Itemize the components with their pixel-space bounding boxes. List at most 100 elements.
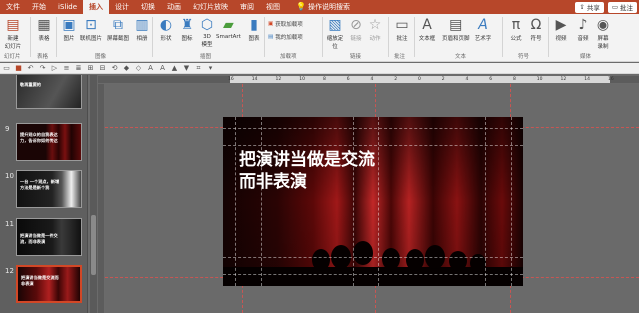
tab-animations[interactable]: 动画 <box>161 0 187 14</box>
thumbnail-number: 9 <box>5 125 10 133</box>
ruler-number: 6 <box>489 77 493 82</box>
link-button[interactable]: ⊘ 链接 <box>347 16 365 42</box>
picture-button[interactable]: ▣ 图片 <box>60 16 78 42</box>
new-slide-button[interactable]: ▤ 新建 幻灯片 <box>4 16 22 50</box>
equation-button[interactable]: π 公式 <box>507 16 525 42</box>
group-label-slides: 幻灯片 <box>4 54 21 60</box>
tab-file[interactable]: 文件 <box>0 0 26 14</box>
share-icon: ⇪ <box>579 3 585 11</box>
video-button[interactable]: ▶ 视频 <box>552 16 570 42</box>
crop-icon[interactable]: ⌗ <box>194 63 203 73</box>
start-slideshow-icon[interactable]: ▷ <box>50 63 59 73</box>
text-effect-icon[interactable]: A <box>146 63 155 73</box>
ribbon-separator <box>56 17 57 57</box>
scrollbar-thumb[interactable] <box>91 215 96 275</box>
thumbnail-image[interactable]: 提升观众的自我表达力，告诉你如何传达 <box>16 123 82 161</box>
align-center-icon[interactable]: ≣ <box>74 63 83 73</box>
get-addins-button[interactable]: ▣ 获取加载项 <box>268 20 303 28</box>
tab-transitions[interactable]: 切换 <box>135 0 161 14</box>
ruler-number: 4 <box>370 77 374 82</box>
thumbnail-number: 10 <box>5 172 14 180</box>
thumbnails-scrollbar[interactable] <box>90 75 97 313</box>
tab-insert[interactable]: 插入 <box>83 0 110 14</box>
shape-outline-icon[interactable]: ◇ <box>134 63 143 73</box>
ruler-number: 10 <box>536 77 543 82</box>
share-button[interactable]: ⇪ 共享 <box>575 1 604 13</box>
font-color-icon[interactable]: A <box>158 63 167 73</box>
shape-fill-icon[interactable]: ◆ <box>122 63 131 73</box>
icons-icon: ♜ <box>180 17 194 33</box>
group-icon[interactable]: ⊟ <box>98 63 107 73</box>
tell-me-search[interactable]: 💡 操作说明搜索 <box>290 0 356 14</box>
grid-line <box>511 117 512 286</box>
icons-button[interactable]: ♜ 图标 <box>178 16 196 42</box>
album-button[interactable]: ▥ 相册 <box>133 16 151 42</box>
tab-review[interactable]: 审阅 <box>234 0 260 14</box>
zoom-button[interactable]: ▧ 缩放定 位 <box>326 16 344 50</box>
my-addins-button[interactable]: ▤ 我的加载项 <box>268 33 303 41</box>
thumbnail-image[interactable]: 一台 一个观点，新增方法是是新个我 <box>16 170 82 208</box>
tab-view[interactable]: 视图 <box>260 0 286 14</box>
tab-slideshow[interactable]: 幻灯片放映 <box>187 0 234 14</box>
tab-home[interactable]: 开始 <box>26 0 52 14</box>
distribute-icon[interactable]: ⊞ <box>86 63 95 73</box>
group-label-links: 链接 <box>350 54 362 60</box>
slide-editing-canvas[interactable]: 把演讲当做是交流 而非表演 <box>105 84 639 313</box>
store-icon: ▣ <box>268 21 274 27</box>
redo-icon[interactable]: ↷ <box>38 63 47 73</box>
header-footer-button[interactable]: ▤ 页眉和页脚 <box>442 16 470 42</box>
screen-record-button[interactable]: ◉ 屏幕 录制 <box>594 16 612 50</box>
thumbnail-image[interactable]: 敬再重要的 <box>16 75 82 109</box>
quick-access-toolbar: ▭ ■ ↶ ↷ ▷ ≡ ≣ ⊞ ⊟ ⟲ ◆ ◇ A A ▲ ▼ ⌗ ▾ <box>0 63 639 74</box>
thumbnail-image[interactable]: 把演讲当做是一件交流，而非表演 <box>16 218 82 256</box>
current-slide[interactable]: 把演讲当做是交流 而非表演 <box>223 117 523 286</box>
folder-icon[interactable]: ▭ <box>2 63 11 73</box>
stage-curtain-image <box>223 117 523 286</box>
thumbnail-number: 12 <box>5 267 14 275</box>
wordart-button[interactable]: A 艺术字 <box>474 16 492 42</box>
chart-button[interactable]: ▮ 图表 <box>245 16 263 42</box>
symbol-button[interactable]: Ω 符号 <box>527 16 545 42</box>
slide-title-textbox[interactable]: 把演讲当做是交流 而非表演 <box>239 149 439 193</box>
ribbon-tab-bar: 文件 开始 iSlide 插入 设计 切换 动画 幻灯片放映 审阅 视图 💡 操… <box>0 0 639 14</box>
slide-title-line: 把演讲当做是交流 <box>239 150 375 170</box>
ribbon-separator <box>30 17 31 57</box>
ruler-number: 12 <box>560 77 567 82</box>
ruler-number: 8 <box>513 77 516 82</box>
insert-comment-button[interactable]: ▭ 批注 <box>393 16 411 42</box>
screen-record-icon: ◉ <box>596 17 610 33</box>
online-picture-button[interactable]: ⊡ 联机图片 <box>80 16 102 42</box>
ruler-number: 16 <box>228 77 234 82</box>
ruler-number: 16 <box>608 77 614 82</box>
picture-icon: ▣ <box>62 17 76 33</box>
bring-forward-icon[interactable]: ▲ <box>170 63 179 73</box>
smartart-button[interactable]: ▰ SmartArt <box>216 16 241 40</box>
action-button[interactable]: ☆ 动作 <box>366 16 384 42</box>
customize-toolbar-icon[interactable]: ▾ <box>206 63 215 73</box>
ruler-number: 8 <box>323 77 326 82</box>
grid-line <box>223 145 523 146</box>
grid-line <box>261 117 262 286</box>
tab-design[interactable]: 设计 <box>109 0 135 14</box>
textbox-button[interactable]: A 文本框 <box>418 16 436 42</box>
audio-button[interactable]: ♪ 音频 <box>574 16 592 42</box>
rotate-icon[interactable]: ⟲ <box>110 63 119 73</box>
table-button[interactable]: ▦ 表格 <box>35 16 53 42</box>
3d-model-button[interactable]: ⬡ 3D 模型 <box>198 16 216 48</box>
save-icon[interactable]: ■ <box>14 63 23 73</box>
undo-icon[interactable]: ↶ <box>26 63 35 73</box>
action-icon: ☆ <box>368 17 382 33</box>
ruler-number: 14 <box>251 77 258 82</box>
send-backward-icon[interactable]: ▼ <box>182 63 191 73</box>
screenshot-button[interactable]: ⧉ 屏幕截图 <box>107 16 129 42</box>
comments-button[interactable]: ▭ 批注 <box>607 1 637 13</box>
cube-icon: ⬡ <box>200 17 214 33</box>
tab-islide[interactable]: iSlide <box>52 0 83 14</box>
ribbon-insert-panel: ▤ 新建 幻灯片 幻灯片 ▦ 表格 表格 ▣ 图片 ⊡ 联机图片 ⧉ 屏幕截图 … <box>0 14 639 62</box>
thumbnail-image-selected[interactable]: 把演讲当做是交流而非表演 <box>16 265 82 303</box>
horizontal-ruler: 16 14 12 10 8 6 4 2 0 2 4 6 8 10 12 14 16 <box>98 76 639 83</box>
ruler-number: 0 <box>418 77 421 82</box>
comment-icon: ▭ <box>611 3 618 11</box>
align-left-icon[interactable]: ≡ <box>62 63 71 73</box>
shapes-button[interactable]: ◐ 形状 <box>157 16 175 42</box>
